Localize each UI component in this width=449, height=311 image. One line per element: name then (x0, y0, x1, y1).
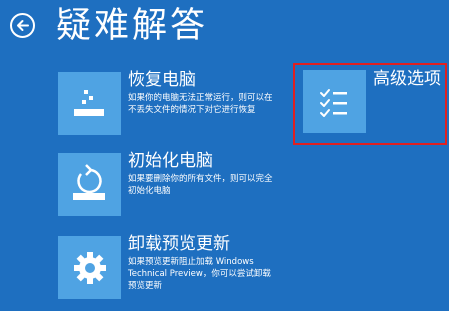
uninstall-preview-updates-title: 卸载预览更新 (128, 234, 230, 254)
gear-icon (74, 252, 106, 284)
reset-pc-icon (73, 164, 105, 200)
back-button[interactable] (10, 13, 35, 38)
highlight-box (293, 63, 447, 145)
refresh-pc-option[interactable]: 恢复电脑 如果你的电脑无法正常运行，则可以在不丢失文件的情况下对它进行恢复 (58, 70, 280, 136)
page-title: 疑难解答 (56, 6, 209, 46)
reset-pc-tile (58, 153, 121, 216)
refresh-pc-tile (58, 72, 121, 135)
reset-pc-title: 初始化电脑 (128, 151, 213, 171)
back-arrow-icon (17, 20, 29, 31)
refresh-pc-description: 如果你的电脑无法正常运行，则可以在不丢失文件的情况下对它进行恢复 (128, 93, 273, 115)
uninstall-preview-updates-description: 如果预览更新阻止加载 Windows Technical Preview，你可以… (128, 257, 271, 291)
reset-pc-description: 如果要删除你的所有文件，则可以完全初始化电脑 (128, 174, 273, 196)
uninstall-preview-updates-option[interactable]: 卸载预览更新 如果预览更新阻止加载 Windows Technical Prev… (58, 234, 280, 300)
refresh-pc-title: 恢复电脑 (128, 70, 196, 90)
reset-pc-option[interactable]: 初始化电脑 如果要删除你的所有文件，则可以完全初始化电脑 (58, 151, 280, 217)
refresh-pc-icon (74, 90, 104, 116)
uninstall-preview-updates-tile (58, 236, 121, 299)
